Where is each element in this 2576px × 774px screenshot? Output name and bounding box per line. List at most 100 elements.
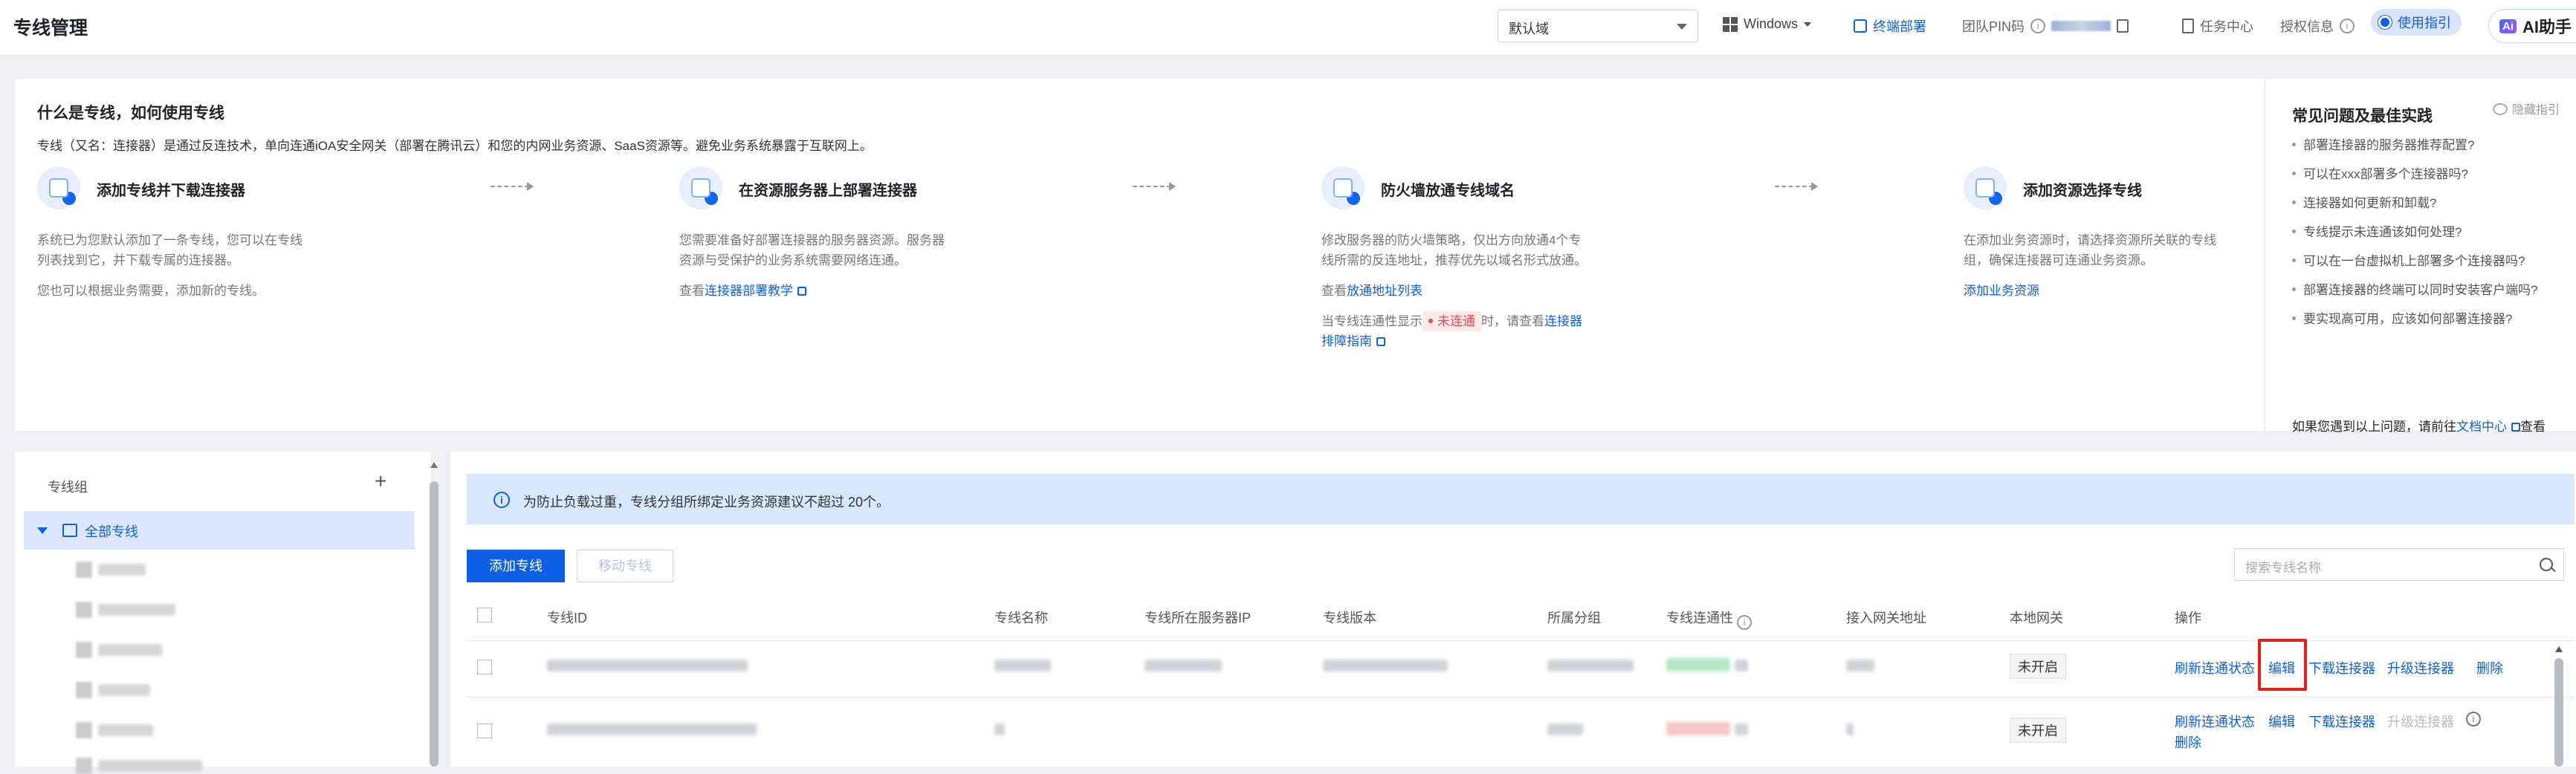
faq-list: 部署连接器的服务器推荐配置? 可以在xxx部署多个连接器吗? 连接器如何更新和卸…	[2292, 131, 2537, 334]
terminal-icon	[1854, 19, 1867, 33]
col-group: 所属分组	[1547, 611, 1601, 625]
group-all-lines[interactable]: 全部专线	[24, 511, 415, 550]
faq-item[interactable]: 部署连接器的服务器推荐配置?	[2292, 131, 2537, 160]
task-center-label: 任务中心	[2200, 19, 2253, 34]
caret-down-icon[interactable]	[37, 527, 48, 534]
server-ip-masked	[1145, 660, 1222, 671]
deploy-tutorial-link[interactable]: 连接器部署教学	[705, 284, 793, 298]
version-masked	[1323, 660, 1448, 671]
usage-guide-button[interactable]: 使用指引	[2371, 9, 2462, 36]
os-label: Windows	[1744, 16, 1799, 31]
step-text: 您也可以根据业务需要，添加新的专线。	[37, 284, 265, 298]
connectivity-status-masked	[1666, 722, 1730, 735]
step-link-line: 查看连接器部署教学	[679, 281, 947, 301]
dashed-arrow-icon	[1775, 182, 1818, 191]
step-text: 系统已为您默认添加了一条专线，您可以在专线列表找到它，并下载专属的连接器。	[37, 233, 302, 267]
group-item[interactable]	[76, 602, 175, 618]
ai-assistant-button[interactable]: Ai AI助手	[2488, 9, 2576, 43]
step-link-line: 查看放通地址列表	[1321, 281, 1589, 301]
gateway-address-masked	[1846, 660, 1874, 671]
upgrade-connector-link-disabled[interactable]: 升级连接器	[2387, 712, 2454, 731]
group-item[interactable]	[76, 722, 153, 738]
guide-icon	[2378, 16, 2392, 29]
info-icon[interactable]: i	[1737, 615, 1753, 630]
col-version: 专线版本	[1323, 611, 1376, 625]
step-text: 在添加业务资源时，请选择资源所关联的专线组，确保连接器可连通业务资源。	[1964, 233, 2216, 267]
faq-item[interactable]: 可以在xxx部署多个连接器吗?	[2292, 160, 2537, 189]
doc-center-link[interactable]: 文档中心	[2456, 420, 2507, 434]
license-info-link[interactable]: 授权信息 i	[2280, 16, 2355, 36]
step-title: 添加专线并下载连接器	[97, 183, 245, 199]
search-input[interactable]: 搜索专线名称	[2234, 548, 2564, 581]
step-title: 防火墙放通专线域名	[1381, 183, 1515, 199]
group-item[interactable]	[76, 758, 202, 774]
col-connectivity: 专线连通性 i	[1666, 608, 1753, 630]
caret-down-icon	[1804, 22, 1812, 27]
delete-link[interactable]: 删除	[2476, 658, 2503, 677]
copy-icon[interactable]	[2117, 19, 2129, 33]
search-placeholder: 搜索专线名称	[2245, 561, 2321, 575]
task-center-link[interactable]: 任务中心	[2182, 16, 2253, 36]
faq-footer: 如果您遇到以上问题，请前往文档中心 查看	[2292, 416, 2546, 435]
step-text: 修改服务器的防火墙策略，仅出方向放通4个专线所需的反连地址，推荐优先以域名形式放…	[1321, 233, 1587, 267]
hide-guide-label: 隐藏指引	[2512, 104, 2560, 117]
delete-link[interactable]: 删除	[2175, 732, 2201, 752]
external-link-icon[interactable]	[797, 287, 806, 296]
upgrade-info-icon[interactable]: i	[2466, 710, 2481, 726]
upgrade-connector-link[interactable]: 升级连接器	[2387, 658, 2454, 677]
info-icon[interactable]: i	[2030, 19, 2046, 33]
group-item[interactable]	[76, 562, 146, 578]
group-masked	[1547, 723, 1583, 735]
connectivity-extra	[1735, 723, 1748, 735]
server-deploy-icon	[679, 166, 722, 209]
usage-guide-label: 使用指引	[2398, 16, 2451, 30]
col-connectivity-label: 专线连通性	[1666, 611, 1733, 625]
add-resource-link[interactable]: 添加业务资源	[1964, 284, 2039, 298]
disconnected-tag: 未连通	[1423, 311, 1481, 331]
external-link-icon[interactable]	[2511, 423, 2520, 432]
row-checkbox[interactable]	[477, 723, 492, 738]
faq-item[interactable]: 部署连接器的终端可以同时安装客户端吗?	[2292, 276, 2537, 305]
group-header: 专线组	[48, 480, 88, 495]
group-item[interactable]	[76, 682, 150, 698]
info-icon[interactable]: i	[2340, 19, 2355, 33]
add-line-button[interactable]: 添加专线	[467, 550, 565, 582]
step-title: 在资源服务器上部署连接器	[739, 183, 917, 199]
info-icon: i	[493, 492, 510, 508]
line-name-masked	[994, 660, 1051, 671]
faq-item[interactable]: 可以在一台虚拟机上部署多个连接器吗?	[2292, 247, 2537, 276]
link-prefix: 查看	[679, 284, 705, 298]
group-scrollbar[interactable]	[430, 459, 438, 767]
group-item[interactable]	[76, 642, 162, 658]
team-pin: 团队PIN码 i	[1962, 16, 2129, 36]
faq-item[interactable]: 连接器如何更新和卸载?	[2292, 189, 2537, 218]
faq-footer-prefix: 如果您遇到以上问题，请前往	[2292, 420, 2456, 434]
link-prefix: 查看	[1321, 284, 1347, 298]
refresh-status-link[interactable]: 刷新连通状态	[2175, 712, 2255, 731]
download-connector-link[interactable]: 下载连接器	[2308, 658, 2375, 677]
move-line-button[interactable]: 移动专线	[577, 550, 673, 582]
add-group-icon[interactable]: +	[375, 469, 386, 493]
faq-item[interactable]: 要实现高可用，应该如何部署连接器?	[2292, 305, 2537, 334]
domain-select[interactable]: 默认域	[1498, 10, 1698, 42]
faq-item[interactable]: 专线提示未连通该如何处理?	[2292, 218, 2537, 247]
download-connector-link[interactable]: 下载连接器	[2308, 712, 2375, 731]
table-scrollbar[interactable]	[2554, 646, 2564, 767]
os-select[interactable]: Windows	[1723, 16, 1812, 32]
refresh-status-link[interactable]: 刷新连通状态	[2175, 658, 2255, 677]
edit-link[interactable]: 编辑	[2268, 712, 2295, 731]
external-link-icon[interactable]	[1376, 337, 1385, 346]
connectivity-extra	[1735, 660, 1748, 671]
row-checkbox[interactable]	[477, 660, 492, 674]
line-name-masked	[994, 723, 1005, 735]
select-all-checkbox[interactable]	[477, 608, 492, 622]
intro-panel: 什么是专线，如何使用专线 专线（又名：连接器）是通过反连技术，单向连通iOA安全…	[15, 79, 2264, 431]
windows-icon	[1723, 16, 1738, 32]
whitelist-address-link[interactable]: 放通地址列表	[1347, 284, 1423, 298]
col-actions: 操作	[2175, 611, 2201, 625]
document-icon	[2182, 19, 2194, 33]
search-icon[interactable]	[2540, 558, 2553, 571]
hide-guide-button[interactable]: 隐藏指引	[2493, 100, 2560, 117]
terminal-deploy-link[interactable]: 终端部署	[1854, 16, 1926, 36]
ai-icon: Ai	[2499, 19, 2517, 33]
